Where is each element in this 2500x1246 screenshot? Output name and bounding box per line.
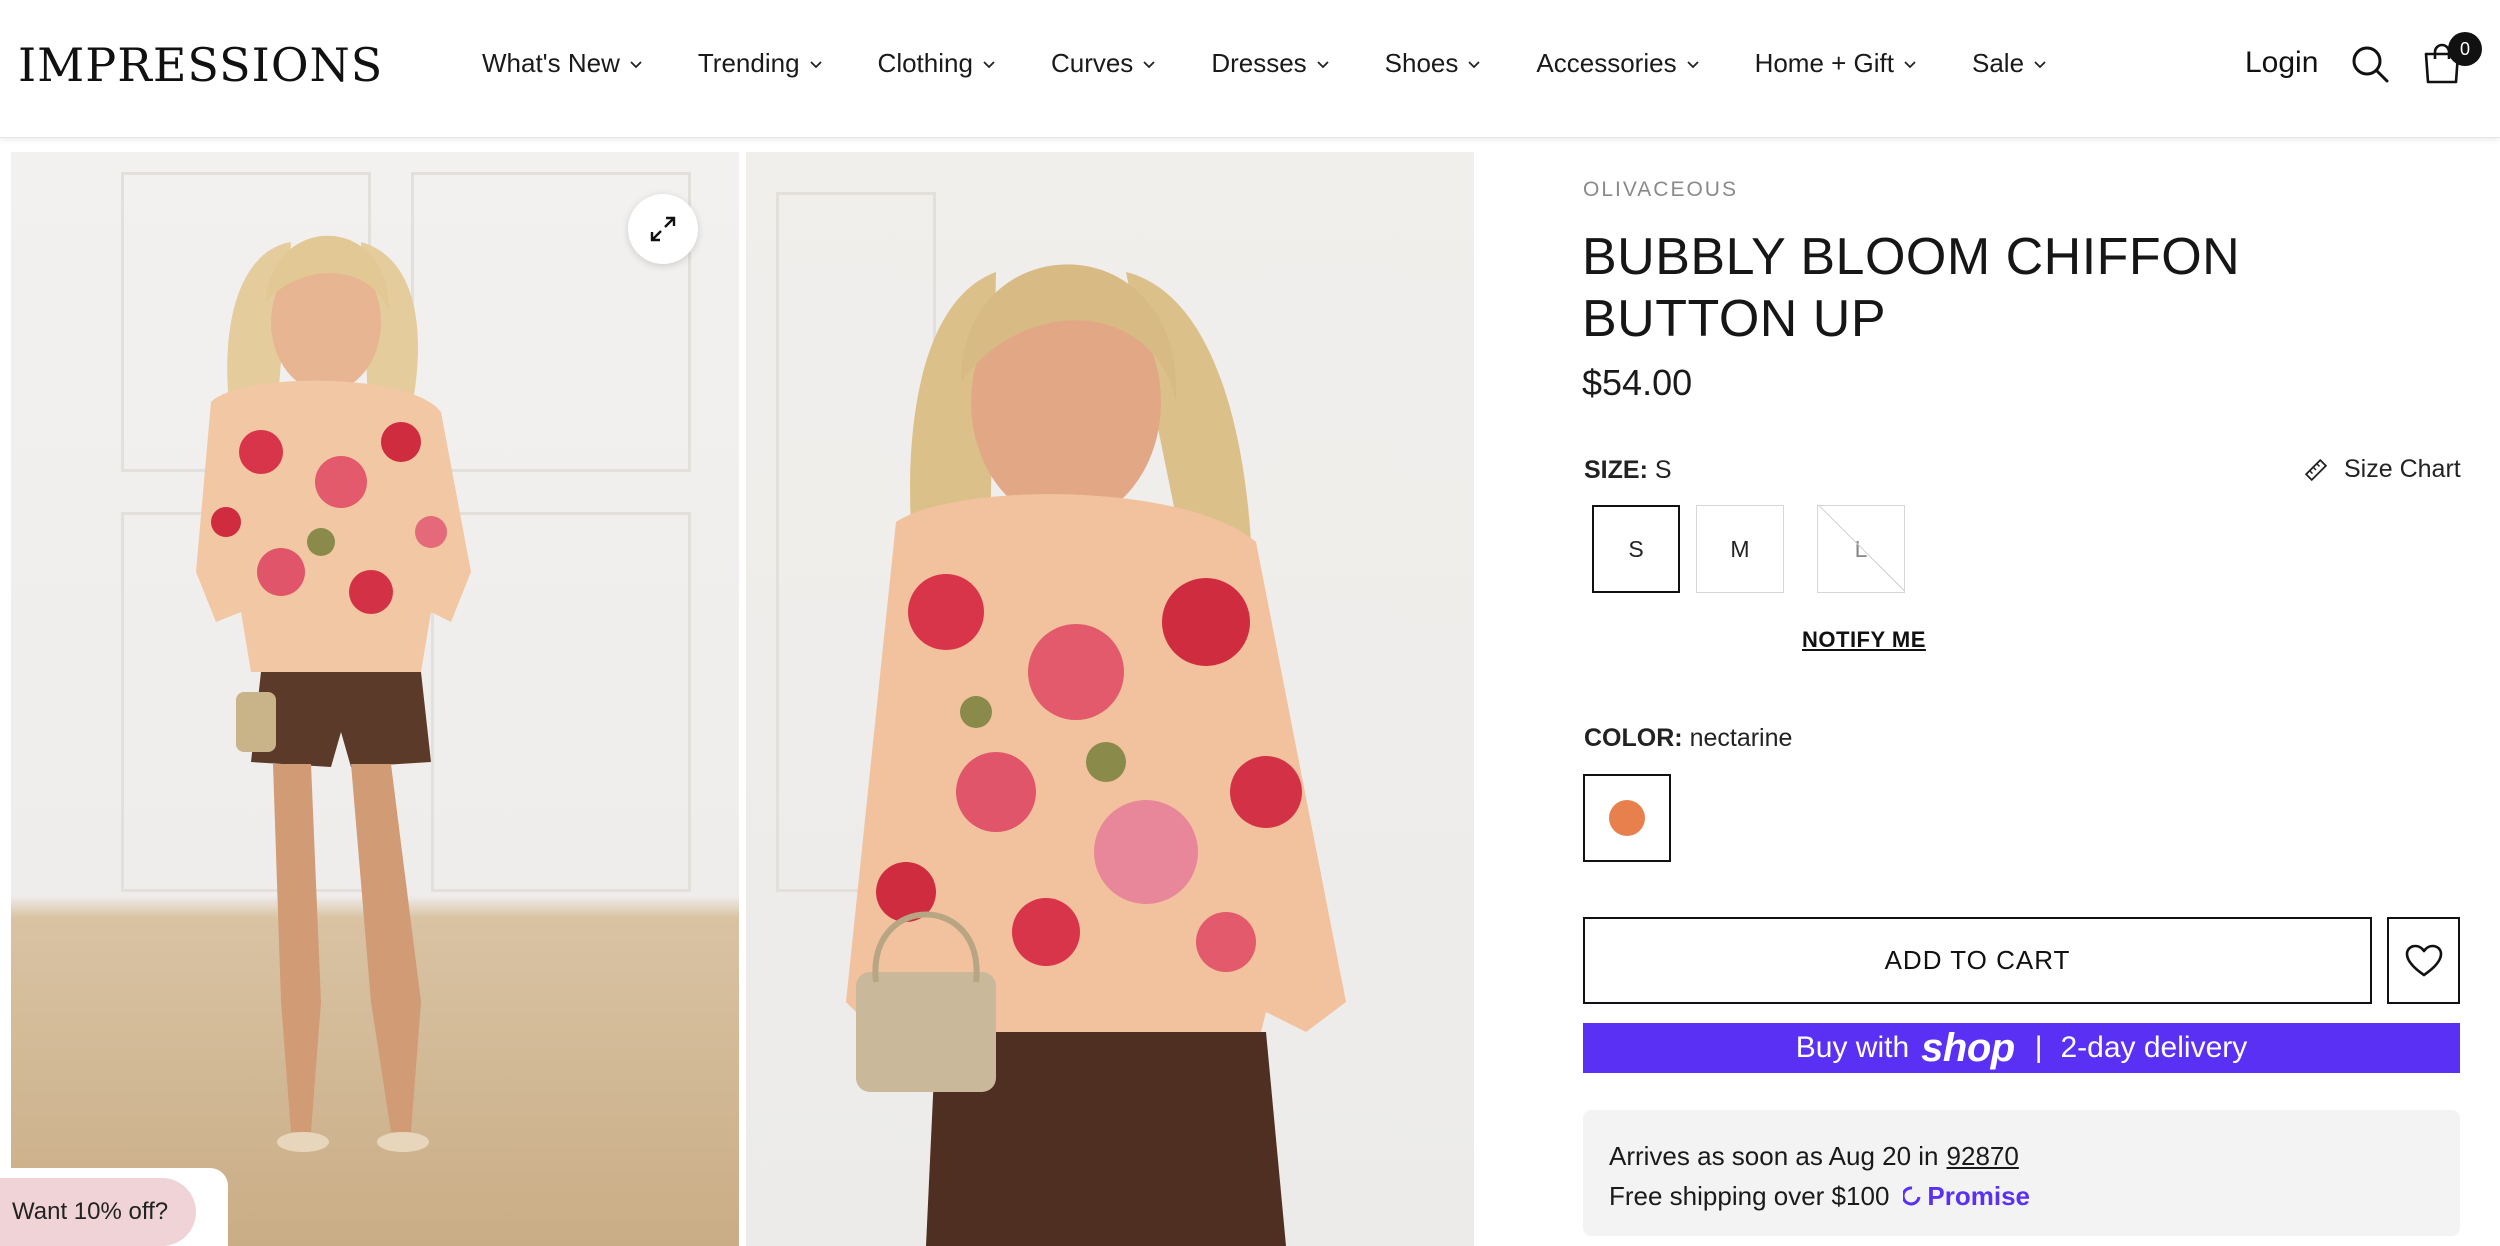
product-price: $54.00 <box>1582 362 1693 403</box>
chevron-down-icon <box>983 60 995 68</box>
expand-image-button[interactable] <box>628 194 698 264</box>
chevron-down-icon <box>1143 60 1155 68</box>
nav-item-sale[interactable]: Sale <box>1972 48 2046 79</box>
nav-item-label: Accessories <box>1536 48 1677 78</box>
color-selected-value: nectarine <box>1689 724 1793 752</box>
shop-pay-button[interactable]: Buy with shop | 2-day delivery <box>1583 1023 2460 1073</box>
promise-label: Promise <box>1927 1181 2031 1211</box>
nav-item-whats-new[interactable]: What's New <box>482 48 642 79</box>
nav-item-accessories[interactable]: Accessories <box>1536 48 1699 79</box>
color-label: COLOR: nectarine <box>1584 724 1792 753</box>
delivery-arrival-line: Arrives as soon as Aug 20 in 92870 <box>1609 1136 2434 1176</box>
color-swatch-nectarine[interactable] <box>1583 774 1671 862</box>
color-dot <box>1609 800 1645 836</box>
nav-item-label: Shoes <box>1384 48 1459 78</box>
chevron-down-icon <box>1904 60 1916 68</box>
size-selected-value: S <box>1654 456 1672 484</box>
nav-item-label: What's New <box>482 48 620 78</box>
discount-popup-button[interactable]: Want 10% off? <box>0 1178 196 1246</box>
promise-badge[interactable]: Promise <box>1903 1176 2030 1216</box>
chevron-down-icon <box>1686 60 1699 68</box>
chevron-down-icon <box>2034 60 2046 68</box>
model-photo-illustration <box>846 264 1346 1246</box>
chevron-down-icon <box>1468 60 1481 68</box>
login-link[interactable]: Login <box>2245 46 2318 80</box>
product-title: BUBBLY BLOOM CHIFFON BUTTON UP <box>1582 228 2241 348</box>
nav-item-label: Trending <box>697 48 800 78</box>
size-chart-label: Size Chart <box>2344 455 2461 483</box>
nav-item-label: Dresses <box>1211 48 1307 78</box>
heart-icon <box>2405 944 2442 976</box>
nav-item-home-gift[interactable]: Home + Gift <box>1755 48 1916 79</box>
shop-pay-divider: | <box>2034 1031 2043 1064</box>
chevron-down-icon <box>630 60 642 68</box>
size-label-key: SIZE: <box>1584 456 1648 484</box>
expand-icon <box>650 216 676 242</box>
shop-pay-logo: shop <box>1921 1025 2015 1070</box>
model-photo-illustration <box>196 235 471 1152</box>
main-nav: What's New Trending Clothing Curves Dres… <box>482 48 2102 79</box>
nav-item-label: Clothing <box>877 48 973 78</box>
wishlist-button[interactable] <box>2387 917 2460 1004</box>
product-image-1[interactable] <box>11 152 739 1246</box>
delivery-estimate-box: Arrives as soon as Aug 20 in 92870 Free … <box>1583 1110 2460 1236</box>
delivery-zip-link[interactable]: 92870 <box>1947 1136 2019 1176</box>
product-vendor[interactable]: OLIVACEOUS <box>1583 178 1738 202</box>
size-option-s[interactable]: S <box>1592 505 1680 593</box>
site-header: IMPRESSIONS What's New Trending Clothing… <box>0 0 2500 138</box>
nav-item-label: Sale <box>1972 48 2025 78</box>
nav-item-dresses[interactable]: Dresses <box>1211 48 1329 79</box>
nav-item-trending[interactable]: Trending <box>698 48 822 79</box>
site-logo[interactable]: IMPRESSIONS <box>18 38 383 92</box>
shop-pay-suffix: 2-day delivery <box>2060 1031 2248 1064</box>
delivery-shipping-line: Free shipping over $100 Promise <box>1609 1176 2434 1216</box>
delivery-arrival-text: Arrives as soon as Aug 20 in <box>1609 1141 1939 1171</box>
chevron-down-icon <box>1317 60 1329 68</box>
free-shipping-text: Free shipping over $100 <box>1609 1181 1890 1211</box>
product-image-2[interactable] <box>746 152 1474 1246</box>
shop-pay-prefix: Buy with <box>1795 1031 1910 1064</box>
nav-item-curves[interactable]: Curves <box>1051 48 1155 79</box>
chevron-down-icon <box>809 60 822 68</box>
size-option-m[interactable]: M <box>1696 505 1784 593</box>
nav-item-label: Curves <box>1050 48 1134 78</box>
cart-count-badge: 0 <box>2448 32 2482 66</box>
color-label-key: COLOR: <box>1584 724 1683 752</box>
nav-item-shoes[interactable]: Shoes <box>1385 48 1481 79</box>
nav-item-clothing[interactable]: Clothing <box>878 48 995 79</box>
size-option-l[interactable]: L <box>1817 505 1905 593</box>
size-chart-link[interactable]: Size Chart <box>2304 455 2461 484</box>
promise-icon <box>1903 1186 1921 1206</box>
add-to-cart-button[interactable]: ADD TO CART <box>1583 917 2372 1004</box>
size-label: SIZE: S <box>1584 456 1672 485</box>
nav-item-label: Home + Gift <box>1754 48 1894 78</box>
notify-me-link[interactable]: NOTIFY ME <box>1802 627 1926 653</box>
search-icon[interactable] <box>2350 44 2390 84</box>
ruler-icon <box>2304 458 2328 481</box>
